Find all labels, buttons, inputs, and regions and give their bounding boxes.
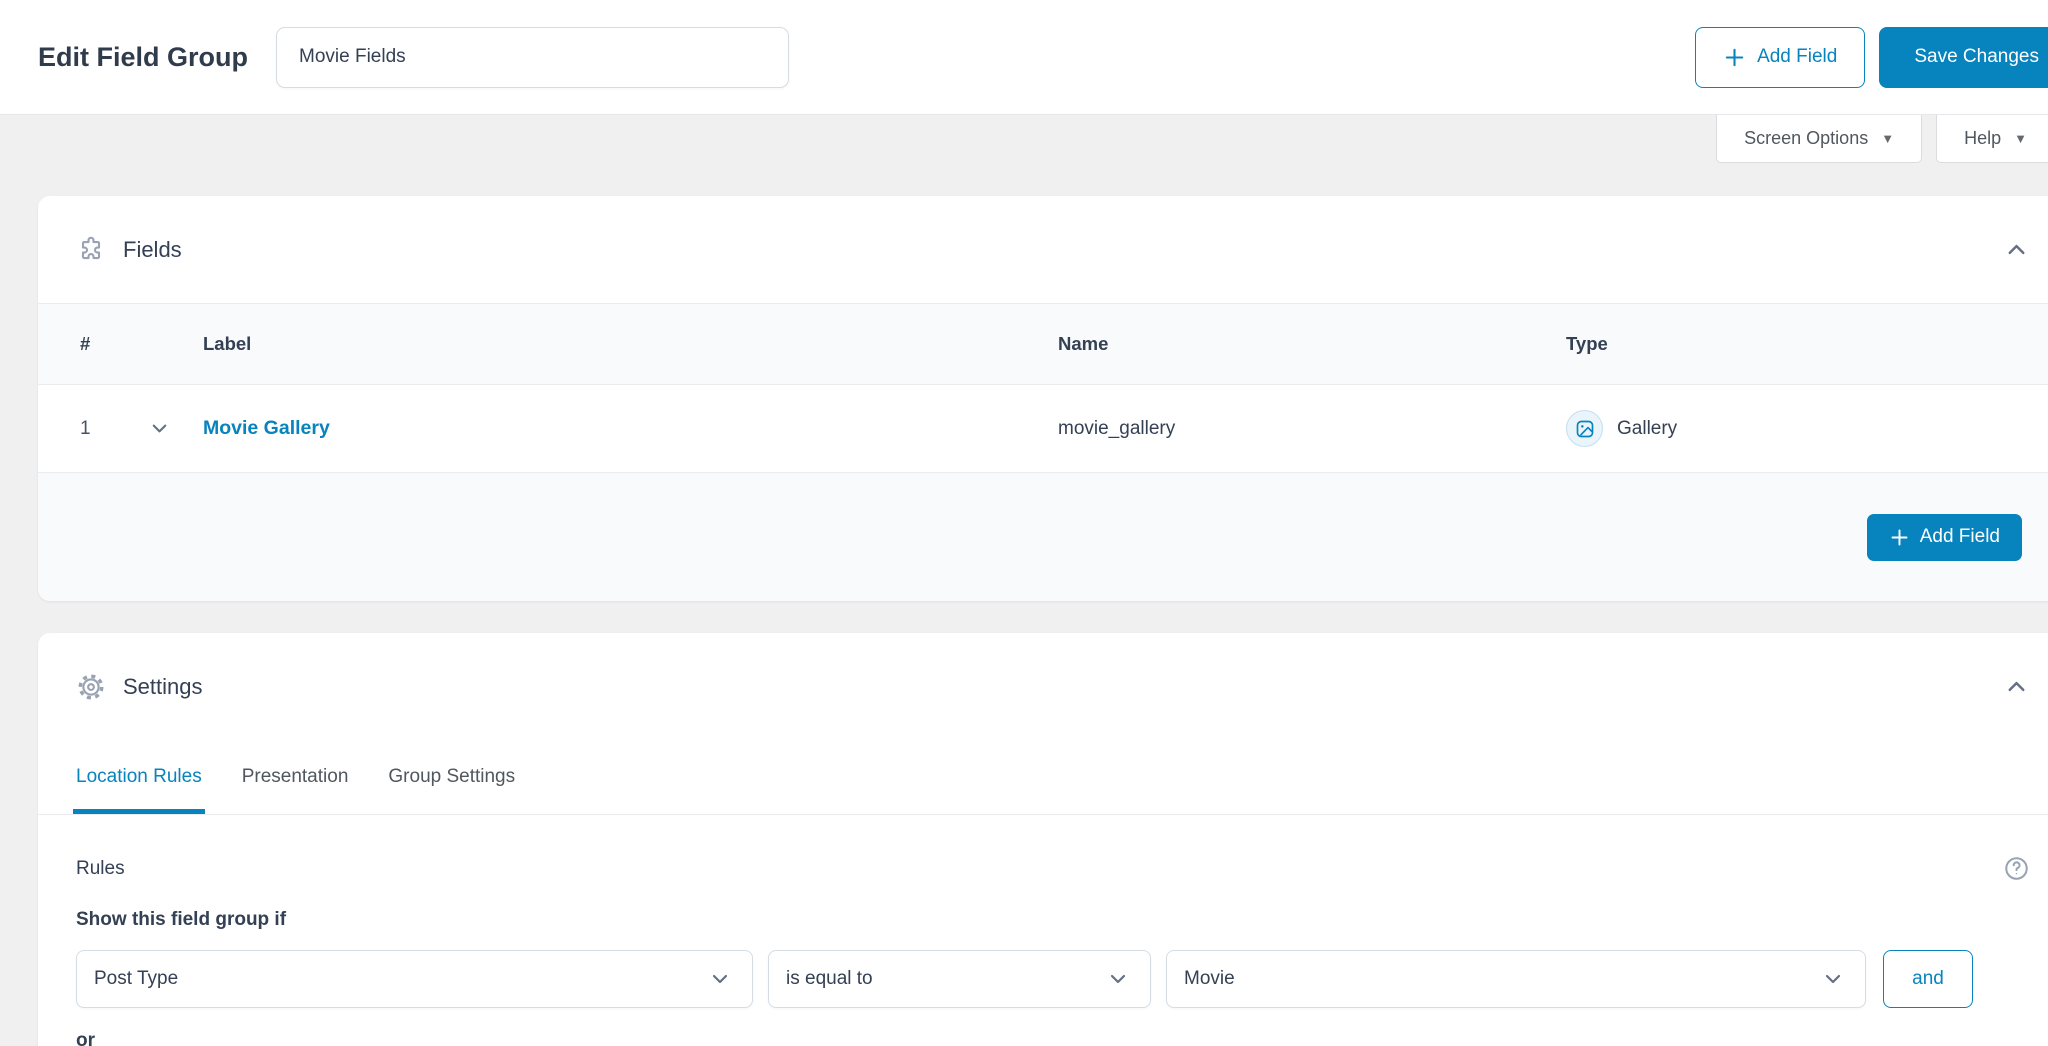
help-circle-icon[interactable] [2003,855,2030,882]
fields-panel: Fields # Label Name Type 1 Movie Gallery… [38,196,2048,601]
field-group-title-input[interactable] [276,27,789,88]
field-type-label: Gallery [1617,418,1677,440]
field-label-link[interactable]: Movie Gallery [203,417,330,439]
top-actions: Add Field Save Changes [1695,27,2048,88]
plus-icon [1889,527,1910,548]
help-label: Help [1964,128,2001,149]
settings-panel-header: Settings [38,633,2048,740]
add-field-label: Add Field [1920,526,2000,548]
screen-options-toggle[interactable]: Screen Options ▼ [1716,115,1922,163]
fields-panel-title: Fields [123,237,182,263]
chevron-down-icon [1821,967,1845,991]
page-title: Edit Field Group [38,42,248,73]
location-rules-content: Rules Show this field group if Post Type… [38,815,2048,1046]
screen-meta-tabs: Screen Options ▼ Help ▼ [0,115,2048,163]
gear-icon [76,672,106,702]
field-name: movie_gallery [1058,418,1566,440]
tab-presentation[interactable]: Presentation [242,740,349,814]
add-field-label: Add Field [1757,46,1837,68]
save-changes-button[interactable]: Save Changes [1879,27,2048,88]
help-toggle[interactable]: Help ▼ [1936,115,2048,163]
condition-heading: Show this field group if [76,909,2030,931]
chevron-down-icon [708,967,732,991]
save-changes-label: Save Changes [1914,46,2039,68]
plus-icon [1723,46,1746,69]
add-and-rule-button[interactable]: and [1883,950,1973,1008]
column-header-type: Type [1566,333,2048,355]
column-header-label: Label [203,333,1058,355]
chevron-down-icon [1106,967,1130,991]
caret-down-icon: ▼ [1881,131,1894,146]
top-bar: Edit Field Group Add Field Save Changes [0,0,2048,115]
rule-param-value: Post Type [94,968,178,990]
gallery-image-icon [1566,410,1603,447]
collapse-settings-icon[interactable] [2003,673,2030,700]
add-field-button-top[interactable]: Add Field [1695,27,1865,88]
rule-operator-select[interactable]: is equal to [768,950,1151,1008]
rule-value: Movie [1184,968,1235,990]
rule-value-select[interactable]: Movie [1166,950,1866,1008]
rule-operator-value: is equal to [786,968,873,990]
location-rule-row: Post Type is equal to Movie and [76,950,2030,1008]
settings-panel-title: Settings [123,674,203,700]
puzzle-icon [76,235,106,265]
tab-location-rules[interactable]: Location Rules [76,740,202,814]
fields-panel-footer: Add Field [38,472,2048,601]
settings-tabs: Location Rules Presentation Group Settin… [38,740,2048,815]
field-order: 1 [80,418,148,440]
tab-group-settings[interactable]: Group Settings [388,740,515,814]
caret-down-icon: ▼ [2014,131,2027,146]
screen-options-label: Screen Options [1744,128,1868,149]
rules-heading: Rules [76,858,125,880]
add-field-button-bottom[interactable]: Add Field [1867,514,2022,561]
settings-panel: Settings Location Rules Presentation Gro… [38,633,2048,1046]
or-label: or [76,1030,2030,1046]
table-row: 1 Movie Gallery movie_gallery Gallery [38,385,2048,472]
chevron-down-icon[interactable] [148,417,203,440]
column-header-name: Name [1058,333,1566,355]
column-header-order: # [80,333,148,355]
collapse-fields-icon[interactable] [2003,236,2030,263]
fields-panel-header: Fields [38,196,2048,303]
fields-table-header: # Label Name Type [38,303,2048,385]
rule-param-select[interactable]: Post Type [76,950,753,1008]
